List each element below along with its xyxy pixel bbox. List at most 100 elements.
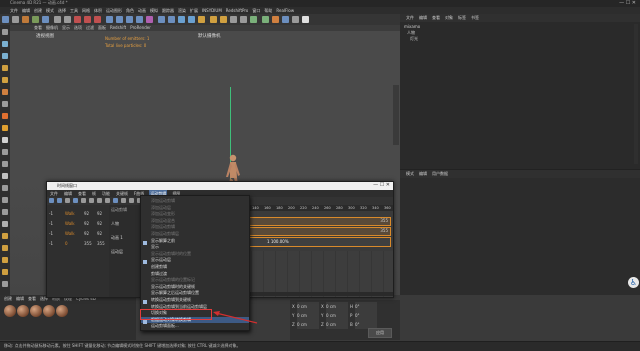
main-menu-item-17[interactable]: 窗口 [252,7,260,14]
timeline-menu-item-4[interactable]: 功能 [101,190,111,197]
coordinate-fields[interactable]: X0 cm X 0 cm H 0° Y 0 cm Y 0 cm P 0° Z 0 cm Z 0 cm B 0° [292,302,379,329]
palette-tool-icon[interactable] [2,197,8,203]
timeline-tool-icon[interactable] [129,198,134,203]
timeline-menu-item-3[interactable]: 帧 [91,190,97,197]
track-item[interactable]: 人物 [111,221,119,227]
palette-tool-icon[interactable] [2,41,8,47]
toolbar-icons[interactable] [2,16,314,23]
toolbar-tool-icon[interactable] [146,16,153,23]
timeline-tool-icon[interactable] [121,198,126,203]
coordinate-field[interactable]: 0° [355,302,377,311]
material-swatch[interactable] [43,305,55,317]
toolbar-tool-icon[interactable] [22,16,29,23]
toolbar-tool-icon[interactable] [94,16,101,23]
toolbar-tool-icon[interactable] [136,16,143,23]
toolbar-tool-icon[interactable] [210,16,217,23]
main-menu-item-19[interactable]: RealFlow [276,7,294,14]
timeline-tool-icon[interactable] [65,198,70,203]
timeline-menu-item-0[interactable]: 文件 [49,190,59,197]
object-menu-item-5[interactable]: 书签 [471,14,479,22]
attribute-manager-menu-items[interactable]: 模式 编辑 用户数据 [406,170,453,181]
toolbar-tool-icon[interactable] [302,16,309,23]
toolbar-tool-icon[interactable] [250,16,257,23]
motion-menu-item[interactable]: 转换运动剪辑到关键帧 [141,297,249,304]
toolbar-tool-icon[interactable] [54,16,61,23]
toolbar-tool-icon[interactable] [230,16,237,23]
toolbar-tool-icon[interactable] [64,16,71,23]
toolbar-tool-icon[interactable] [32,16,39,23]
timeline-menu-item-5[interactable]: 关键帧 [115,190,129,197]
coordinate-field[interactable]: 0 cm [297,320,319,329]
toolbar-tool-icon[interactable] [106,16,113,23]
main-menu-item-2[interactable]: 创建 [34,7,42,14]
camera-label[interactable]: 默认摄像机 [198,33,221,39]
palette-tool-icon[interactable] [2,101,8,107]
attr-menu-item-2[interactable]: 用户数据 [432,170,448,178]
viewport-menu-item-4[interactable]: 过滤 [86,25,94,31]
toolbar-tool-icon[interactable] [272,16,279,23]
material-menu-item-0[interactable]: 创建 [4,296,12,302]
main-menu-item-6[interactable]: 网格 [82,7,90,14]
track-item[interactable]: 运动层 [111,249,123,255]
main-menu-item-11[interactable]: 模拟 [150,7,158,14]
om-scrollbar[interactable] [634,24,638,164]
motion-menu-item[interactable]: 显示运动层 [141,257,249,265]
coordinate-field[interactable]: 0° [355,311,377,320]
main-menu-item-1[interactable]: 编辑 [22,7,30,14]
palette-tool-icon[interactable] [2,233,8,239]
timeline-tool-icon[interactable] [57,198,62,203]
material-swatch[interactable] [30,305,42,317]
timeline-table-row[interactable]: -1 Walk 92 92 [47,209,109,218]
material-menu-item-1[interactable]: 编辑 [16,296,24,302]
palette-tool-icon[interactable] [2,29,8,35]
palette-tool-icon[interactable] [2,149,8,155]
palette-tool-icon[interactable] [2,269,8,275]
main-menu-item-9[interactable]: 角色 [126,7,134,14]
window-controls[interactable]: — ☐ ✕ [619,0,636,6]
object-menu-item-1[interactable]: 编辑 [419,14,427,22]
motion-menu-item[interactable]: 创建剪辑 [141,264,249,271]
timeline-window-controls[interactable]: — ☐ ✕ [373,182,390,188]
palette-tool-icon[interactable] [2,89,8,95]
apply-button[interactable]: 应用 [368,328,392,338]
main-menu-item-3[interactable]: 模式 [46,7,54,14]
timeline-tool-icon[interactable] [113,198,118,203]
motion-menu-item[interactable]: 显示解算之前 [141,238,249,245]
main-menu-item-12[interactable]: 跟踪器 [162,7,174,14]
viewport-menu-item-6[interactable]: Redshift [110,25,126,31]
main-menu-item-7[interactable]: 体积 [94,7,102,14]
timeline-table-row[interactable]: -1 Walk 92 92 [47,229,109,238]
toolbar-tool-icon[interactable] [188,16,195,23]
coordinate-field[interactable]: 0 cm [326,320,348,329]
timeline-tool-icon[interactable] [105,198,110,203]
timeline-tool-icon[interactable] [97,198,102,203]
toolbar-tool-icon[interactable] [178,16,185,23]
palette-tool-icon[interactable] [2,53,8,59]
palette-tool-icon[interactable] [2,209,8,215]
main-menu-item-16[interactable]: RedshiftPro [226,7,249,14]
toolbar-tool-icon[interactable] [262,16,269,23]
viewport-menu-item-1[interactable]: 摄像机 [46,25,58,31]
toolbar-tool-icon[interactable] [240,16,247,23]
palette-tool-icon[interactable] [2,161,8,167]
timeline-table-row[interactable]: -1 Walk 92 92 [47,219,109,228]
palette-tool-icon[interactable] [2,137,8,143]
toolbar-tool-icon[interactable] [116,16,123,23]
motion-menu-item[interactable]: 显示解算之后运动剪辑位置 [141,290,249,297]
material-swatch[interactable] [17,305,29,317]
toolbar-tool-icon[interactable] [12,16,19,23]
viewport-nav[interactable] [393,85,399,145]
coordinate-field[interactable]: 0 cm [297,302,319,311]
viewport-menu-items[interactable]: 查看 摄像机 显示 选项 过滤 面板 Redshift ProRender [34,25,155,33]
timeline-tool-icon[interactable] [89,198,94,203]
main-menu-item-10[interactable]: 动画 [138,7,146,14]
object-menu-item-3[interactable]: 对象 [445,14,453,22]
toolbar-tool-icon[interactable] [282,16,289,23]
palette-tool-icon[interactable] [2,65,8,71]
toolbar-tool-icon[interactable] [168,16,175,23]
material-menu-item-2[interactable]: 查看 [28,296,36,302]
timeline-menu-item-1[interactable]: 编辑 [63,190,73,197]
attr-menu-item-0[interactable]: 模式 [406,170,414,178]
viewport-menu-item-0[interactable]: 查看 [34,25,42,31]
coordinate-field[interactable]: 0 cm [326,302,348,311]
